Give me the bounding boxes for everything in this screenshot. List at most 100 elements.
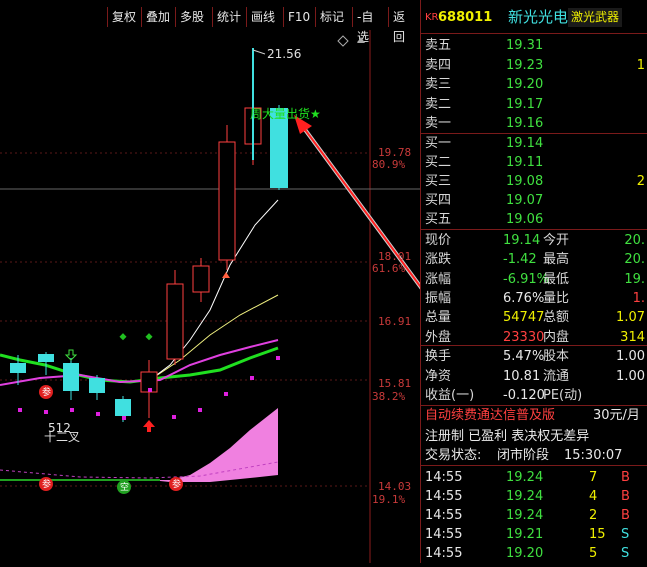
tick-row: 14:55 19.24 4 B <box>421 487 647 506</box>
ad-info-text[interactable]: 注册制 已盈利 表决权无差异 <box>425 427 589 446</box>
status-value: 闭市阶段 <box>497 448 550 463</box>
tick-side: S <box>621 527 630 542</box>
candle <box>166 283 184 360</box>
ad-info[interactable]: 注册制 已盈利 表决权无差异 <box>421 427 647 446</box>
divider <box>421 345 647 346</box>
tick-volume: 2 <box>589 508 598 523</box>
bid-label: 买四 <box>425 193 452 208</box>
tick-side: B <box>621 489 630 504</box>
divider <box>421 33 647 34</box>
fin-value: 10.81 <box>503 368 541 384</box>
diamond-icon[interactable] <box>337 35 349 47</box>
axis-price: 16.91 <box>378 315 412 328</box>
toolbar-button[interactable]: 统计 <box>212 7 246 27</box>
fin-value: 5.47% <box>503 349 545 364</box>
ad-renewal[interactable]: 自动续费通达信普及版 30元/月 <box>421 406 647 425</box>
tick-price: 19.21 <box>506 527 544 542</box>
tick-time: 14:55 <box>425 489 463 504</box>
candle <box>10 363 26 373</box>
tick-volume: 15 <box>589 527 606 542</box>
toolbar-button[interactable]: 叠加 <box>141 7 175 27</box>
toolbar-button[interactable]: -自选 <box>352 7 388 44</box>
collapse-icon[interactable] <box>357 37 365 43</box>
ad-price[interactable]: 30元/月 <box>593 406 640 425</box>
toolbar-button[interactable]: F10 <box>283 7 315 27</box>
tick-price: 19.24 <box>506 508 544 523</box>
ask-label: 卖四 <box>425 57 452 73</box>
tick-price: 19.24 <box>506 489 544 504</box>
axis-price: 14.03 <box>378 480 412 493</box>
tick-price: 19.24 <box>506 470 544 485</box>
stat-label: 量比 <box>543 290 570 306</box>
stat-label: 最高 <box>543 252 570 268</box>
fin-value: 1.00 <box>616 349 645 364</box>
ask-volume: 1 <box>636 57 645 73</box>
ad-text[interactable]: 自动续费通达信普及版 <box>425 406 555 425</box>
stat-value: 20. <box>624 252 645 268</box>
bid-row: 买五 19.06 <box>421 210 647 229</box>
kong-badge-text: 空 <box>120 483 130 493</box>
toolbar-button[interactable]: 画线 <box>246 7 283 27</box>
toolbar-button[interactable]: 多股 <box>175 7 212 27</box>
market-prefix: KR <box>425 12 439 23</box>
tick-row: 14:55 19.21 15 S <box>421 525 647 544</box>
ask-row: 卖三 19.20 <box>421 75 647 94</box>
bid-price: 19.08 <box>506 174 544 189</box>
ask-row: 卖四 19.23 1 <box>421 56 647 75</box>
indicator-label: 十二叉 <box>44 430 81 444</box>
stat-label: 涨跌 <box>425 252 452 268</box>
toolbar-button[interactable]: 标记 <box>315 7 352 27</box>
ask-price: 19.20 <box>506 77 544 92</box>
stat-row: 涨幅 -6.91% 最低 19. <box>421 270 647 289</box>
can-badge-text: 参 <box>42 388 52 398</box>
bid-price: 19.11 <box>506 155 544 170</box>
bid-price: 19.06 <box>506 212 544 227</box>
ask-price: 19.16 <box>506 116 544 131</box>
toolbar-button[interactable]: 返回 <box>388 7 420 44</box>
fin-label: 换手 <box>425 349 452 364</box>
tick-volume: 7 <box>589 470 598 485</box>
indicator-area <box>150 408 278 482</box>
divider <box>421 229 647 230</box>
quote-panel: KR 688011 新光光电 激光武器 卖五 19.31 卖四 19.23 1 卖三 19.… <box>420 0 647 563</box>
triangle-marker-icon <box>222 272 230 278</box>
fin-label: 净资 <box>425 368 452 384</box>
candle <box>89 378 105 393</box>
tick-volume: 4 <box>589 489 598 504</box>
stat-value: 6.76% <box>503 290 545 306</box>
axis-pct: 38.2% <box>372 390 406 403</box>
bid-label: 买二 <box>425 155 452 170</box>
stat-label: 今开 <box>543 233 570 248</box>
stock-tag[interactable]: 激光武器 <box>568 8 623 27</box>
toolbar-button[interactable]: 复权 <box>107 7 141 27</box>
tick-time: 14:55 <box>425 546 463 561</box>
can-badge-text: 参 <box>172 480 182 490</box>
stat-value: 54747 <box>503 310 545 326</box>
bid-label: 买三 <box>425 174 452 189</box>
candle <box>192 265 210 293</box>
candle <box>63 363 79 391</box>
stat-value: -1.42 <box>503 252 537 268</box>
kline-svg <box>0 30 502 563</box>
fin-row: 净资 10.81 流通 1.00 <box>421 367 647 386</box>
ask-label: 卖二 <box>425 96 452 112</box>
axis-price: 15.81 <box>378 377 412 390</box>
kline-chart[interactable]: 21.56 周大量出货★ 512 十二叉 参 参 空 参 19.78 80.9%… <box>0 30 502 563</box>
high-price-label: 21.56 <box>267 47 302 61</box>
candle <box>115 399 131 416</box>
tick-row: 14:55 19.20 5 S <box>421 544 647 563</box>
bid-row: 买二 19.11 <box>421 153 647 172</box>
bid-price: 19.07 <box>506 193 544 208</box>
status-time: 15:30:07 <box>564 448 623 463</box>
tick-side: B <box>621 470 630 485</box>
can-badge-text: 参 <box>42 480 52 490</box>
high-marker <box>252 49 266 55</box>
bid-price: 19.14 <box>506 136 544 151</box>
stock-code: 688011 <box>438 10 493 25</box>
up-arrow-icon <box>143 420 155 432</box>
stat-value: 23330 <box>503 329 545 345</box>
stat-label: 现价 <box>425 233 452 248</box>
tick-time: 14:55 <box>425 508 463 523</box>
stat-row: 外盘 23330 内盘 314 <box>421 328 647 347</box>
ask-label: 卖五 <box>425 38 452 53</box>
